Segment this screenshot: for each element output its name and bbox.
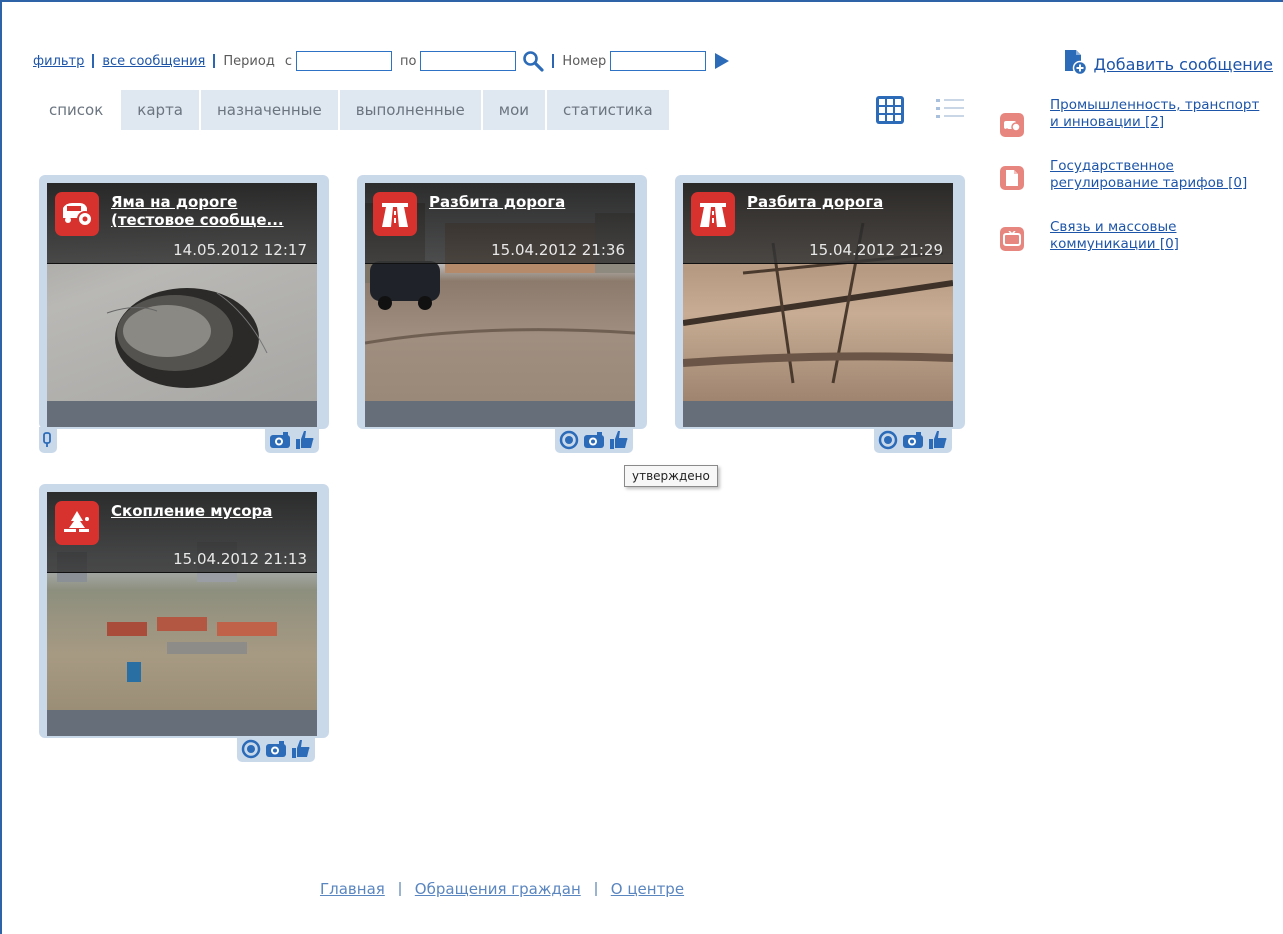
list-view-icon[interactable] — [936, 97, 964, 123]
camera-icon[interactable] — [583, 431, 605, 449]
card-icon-strip — [874, 427, 952, 453]
card-date: 15.04.2012 21:36 — [491, 241, 625, 259]
separator — [552, 54, 555, 68]
separator — [92, 54, 95, 68]
card-date: 15.04.2012 21:29 — [809, 241, 943, 259]
pin-icon[interactable] — [42, 432, 52, 448]
thumbs-up-icon[interactable] — [295, 430, 315, 450]
message-card[interactable]: Скопление мусора 15.04.2012 21:13 — [39, 484, 329, 738]
filter-link[interactable]: фильтр — [33, 54, 84, 69]
card-header: Разбита дорога 15.04.2012 21:36 — [365, 183, 635, 264]
period-to-input[interactable] — [420, 51, 517, 71]
tab-assigned[interactable]: назначенные — [201, 90, 338, 130]
car-gear-icon — [1000, 113, 1024, 137]
view-tabs: список карта назначенные выполненные мои… — [33, 90, 671, 130]
category-link[interactable]: Связь и массовые коммуникации [0] — [1050, 219, 1179, 252]
camera-icon[interactable] — [265, 740, 287, 758]
category-link[interactable]: Государственное регулирование тарифов [0… — [1050, 158, 1247, 191]
play-arrow-icon[interactable] — [712, 52, 730, 70]
document-icon — [1000, 166, 1024, 190]
thumbs-up-icon[interactable] — [928, 430, 948, 450]
period-from-label: с — [284, 53, 292, 69]
number-label: Номер — [562, 53, 607, 69]
tab-list[interactable]: список — [33, 90, 120, 130]
card-header: Скопление мусора 15.04.2012 21:13 — [47, 492, 317, 573]
card-icon-strip — [237, 736, 315, 762]
period-from-input[interactable] — [295, 51, 392, 71]
card-date: 14.05.2012 12:17 — [173, 241, 307, 259]
separator — [594, 882, 597, 896]
footer-link-about[interactable]: О центре — [611, 880, 684, 898]
message-card[interactable]: Яма на дороге (тестовое сообще... 14.05.… — [39, 175, 329, 429]
card-body: Разбита дорога 15.04.2012 21:36 — [365, 183, 635, 427]
tab-statistics[interactable]: статистика — [547, 90, 669, 130]
separator — [398, 882, 401, 896]
tab-mine[interactable]: мои — [482, 90, 545, 130]
status-tooltip: утверждено — [624, 465, 718, 487]
card-body: Разбита дорога 15.04.2012 21:29 — [683, 183, 953, 427]
card-footer — [683, 401, 953, 427]
card-title[interactable]: Яма на дороге (тестовое сообще... — [111, 193, 309, 229]
status-icon[interactable] — [878, 430, 898, 450]
card-title[interactable]: Разбита дорога — [429, 193, 627, 211]
grid-view-icon[interactable] — [876, 96, 904, 124]
tv-icon — [1000, 227, 1024, 251]
thumbs-up-icon[interactable] — [291, 739, 311, 759]
message-card[interactable]: Разбита дорога 15.04.2012 21:29 — [675, 175, 965, 429]
card-date: 15.04.2012 21:13 — [173, 550, 307, 568]
thumbs-up-icon[interactable] — [609, 430, 629, 450]
road-icon — [373, 192, 417, 236]
category-list: Промышленность, транспорт и инновации [2… — [1000, 97, 1270, 265]
card-header: Разбита дорога 15.04.2012 21:29 — [683, 183, 953, 264]
card-footer — [365, 401, 635, 427]
add-message-link[interactable]: Добавить сообщение — [1094, 55, 1273, 74]
trash-tree-icon — [55, 501, 99, 545]
filter-toolbar: фильтр все сообщения Период с по Номер — [33, 48, 730, 74]
number-input[interactable] — [610, 51, 707, 71]
card-title[interactable]: Разбита дорога — [747, 193, 945, 211]
road-icon — [691, 192, 735, 236]
separator — [213, 54, 216, 68]
category-item[interactable]: Государственное регулирование тарифов [0… — [1000, 158, 1270, 209]
period-to-label: по — [399, 53, 417, 69]
tab-map[interactable]: карта — [121, 90, 199, 130]
add-document-icon — [1062, 49, 1088, 79]
card-icon-strip — [265, 427, 319, 453]
period-label: Период — [223, 53, 275, 69]
car-gear-icon — [55, 192, 99, 236]
window-left-border — [0, 0, 2, 934]
card-footer — [47, 401, 317, 427]
card-pin-strip — [39, 427, 57, 453]
search-icon[interactable] — [522, 50, 545, 72]
window-top-border — [0, 0, 1283, 2]
card-title[interactable]: Скопление мусора — [111, 502, 309, 520]
camera-icon[interactable] — [902, 431, 924, 449]
all-messages-link[interactable]: все сообщения — [102, 54, 205, 69]
status-icon[interactable] — [241, 739, 261, 759]
card-body: Яма на дороге (тестовое сообще... 14.05.… — [47, 183, 317, 427]
card-icon-strip — [555, 427, 633, 453]
category-link[interactable]: Промышленность, транспорт и инновации [2… — [1050, 97, 1259, 130]
category-item[interactable]: Связь и массовые коммуникации [0] — [1000, 219, 1270, 255]
footer-nav: Главная Обращения граждан О центре — [320, 880, 684, 898]
footer-link-home[interactable]: Главная — [320, 880, 385, 898]
card-body: Скопление мусора 15.04.2012 21:13 — [47, 492, 317, 736]
tab-completed[interactable]: выполненные — [339, 90, 481, 130]
card-footer — [47, 710, 317, 736]
message-card[interactable]: Разбита дорога 15.04.2012 21:36 — [357, 175, 647, 429]
category-item[interactable]: Промышленность, транспорт и инновации [2… — [1000, 97, 1270, 148]
add-message-button[interactable]: Добавить сообщение — [1062, 49, 1273, 79]
card-header: Яма на дороге (тестовое сообще... 14.05.… — [47, 183, 317, 264]
footer-link-appeals[interactable]: Обращения граждан — [415, 880, 581, 898]
camera-icon[interactable] — [269, 431, 291, 449]
approved-status-icon[interactable] — [559, 430, 579, 450]
